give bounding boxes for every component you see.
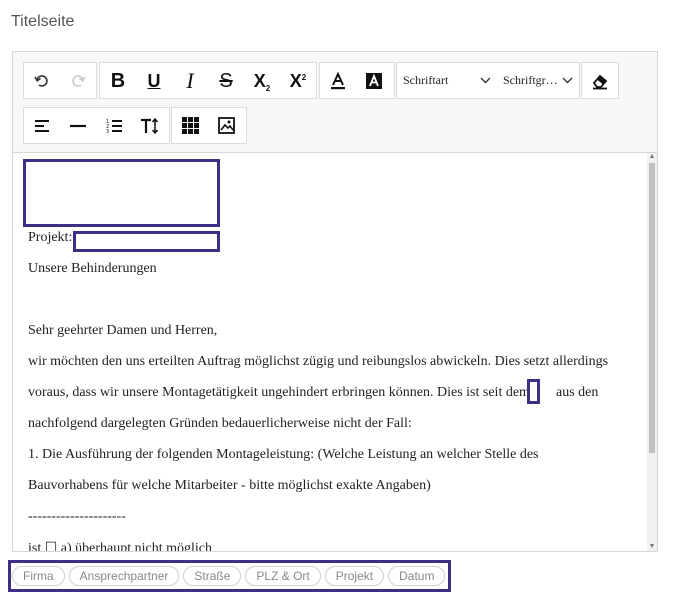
document-line: aus den xyxy=(556,385,599,400)
editor-content[interactable]: Projekt: Unsere Behinderungen Sehr geehr… xyxy=(13,153,657,551)
underline-button[interactable]: U xyxy=(136,63,172,98)
line-height-icon xyxy=(140,117,160,135)
highlight-color-icon xyxy=(365,72,383,90)
horizontal-rule-icon xyxy=(69,124,87,128)
ordered-list-icon: 123 xyxy=(106,118,123,134)
section-title: Titelseite xyxy=(11,13,75,30)
document-line: wir möchten den uns erteilten Auftrag mö… xyxy=(28,354,609,369)
scroll-thumb[interactable] xyxy=(649,163,655,453)
strikethrough-icon: S xyxy=(219,69,233,92)
font-size-value: Schriftgr… xyxy=(503,73,558,87)
undo-icon xyxy=(34,73,50,89)
underline-icon: U xyxy=(147,70,161,91)
subscript-icon: X2 xyxy=(253,70,271,93)
horizontal-rule-button[interactable] xyxy=(60,108,96,143)
insert-group xyxy=(171,107,247,144)
highlight-color-button[interactable] xyxy=(356,63,392,98)
editor-toolbar: B U I S X2 X2 Schriftart Schriftgr… 1 2 … xyxy=(13,52,657,153)
chevron-down-icon xyxy=(562,73,573,88)
placeholder-chip-bar: Firma Ansprechpartner Straße PLZ & Ort P… xyxy=(8,560,451,592)
format-group: B U I S X2 X2 xyxy=(99,62,317,99)
redo-icon xyxy=(70,73,86,89)
font-select-group: Schriftart Schriftgr… xyxy=(396,62,580,99)
scroll-down-arrow-icon[interactable]: ▼ xyxy=(648,543,656,551)
line-height-button[interactable] xyxy=(132,108,168,143)
chip-projekt[interactable]: Projekt xyxy=(324,566,385,586)
document-line: voraus, dass wir unsere Montagetätigkeit… xyxy=(28,385,530,400)
scroll-up-arrow-icon[interactable]: ▲ xyxy=(648,153,656,161)
chip-plz-ort[interactable]: PLZ & Ort xyxy=(245,566,321,586)
document-line: Projekt: xyxy=(28,230,73,245)
redo-button[interactable] xyxy=(60,63,96,98)
image-icon xyxy=(217,117,235,134)
undo-button[interactable] xyxy=(24,63,60,98)
bold-button[interactable]: B xyxy=(100,63,136,98)
chip-firma[interactable]: Firma xyxy=(12,566,65,586)
superscript-icon: X2 xyxy=(289,70,307,91)
history-group xyxy=(23,62,97,99)
strikethrough-button[interactable]: S xyxy=(208,63,244,98)
chip-strasse[interactable]: Straße xyxy=(183,566,242,586)
editor-scrollbar[interactable]: ▲ ▼ xyxy=(647,153,657,551)
bold-icon: B xyxy=(110,69,126,92)
document-line: Sehr geehrter Damen und Herren, xyxy=(28,323,218,338)
font-size-select[interactable]: Schriftgr… xyxy=(497,63,579,98)
align-button[interactable] xyxy=(24,108,60,143)
chip-datum[interactable]: Datum xyxy=(388,566,446,586)
font-family-select[interactable]: Schriftart xyxy=(397,63,497,98)
italic-button[interactable]: I xyxy=(172,63,208,98)
document-line: 1. Die Ausführung der folgenden Montagel… xyxy=(28,447,539,462)
subscript-button[interactable]: X2 xyxy=(244,63,280,98)
font-color-icon xyxy=(329,71,347,90)
document-line: ist ☐ a) überhaupt nicht möglich xyxy=(28,541,213,551)
font-color-button[interactable] xyxy=(320,63,356,98)
logo-placeholder-box[interactable] xyxy=(23,159,220,227)
superscript-button[interactable]: X2 xyxy=(280,63,316,98)
color-group xyxy=(319,62,395,99)
svg-text:3: 3 xyxy=(106,129,109,134)
document-line: Bauvorhabens für welche Mitarbeiter - bi… xyxy=(28,478,431,493)
project-placeholder-box[interactable] xyxy=(73,231,220,252)
italic-icon: I xyxy=(186,67,194,93)
font-family-value: Schriftart xyxy=(403,73,449,87)
ordered-list-button[interactable]: 123 xyxy=(96,108,132,143)
table-button[interactable] xyxy=(172,108,208,143)
paragraph-group: 123 xyxy=(23,107,170,144)
chip-ansprechpartner[interactable]: Ansprechpartner xyxy=(68,566,180,586)
remove-format-button[interactable] xyxy=(582,63,618,98)
image-button[interactable] xyxy=(208,108,244,143)
document-line: Unsere Behinderungen xyxy=(28,261,157,276)
eraser-icon xyxy=(591,72,609,90)
chevron-down-icon xyxy=(480,73,491,88)
document-line: --------------------- xyxy=(28,509,126,524)
document-line: nachfolgend dargelegten Gründen bedauerl… xyxy=(28,416,412,431)
align-left-icon xyxy=(34,119,50,133)
table-grid-icon xyxy=(181,117,199,134)
rich-text-editor: B U I S X2 X2 Schriftart Schriftgr… 1 2 … xyxy=(12,51,658,552)
clear-format-group xyxy=(581,62,619,99)
date-placeholder-box[interactable] xyxy=(527,379,540,404)
